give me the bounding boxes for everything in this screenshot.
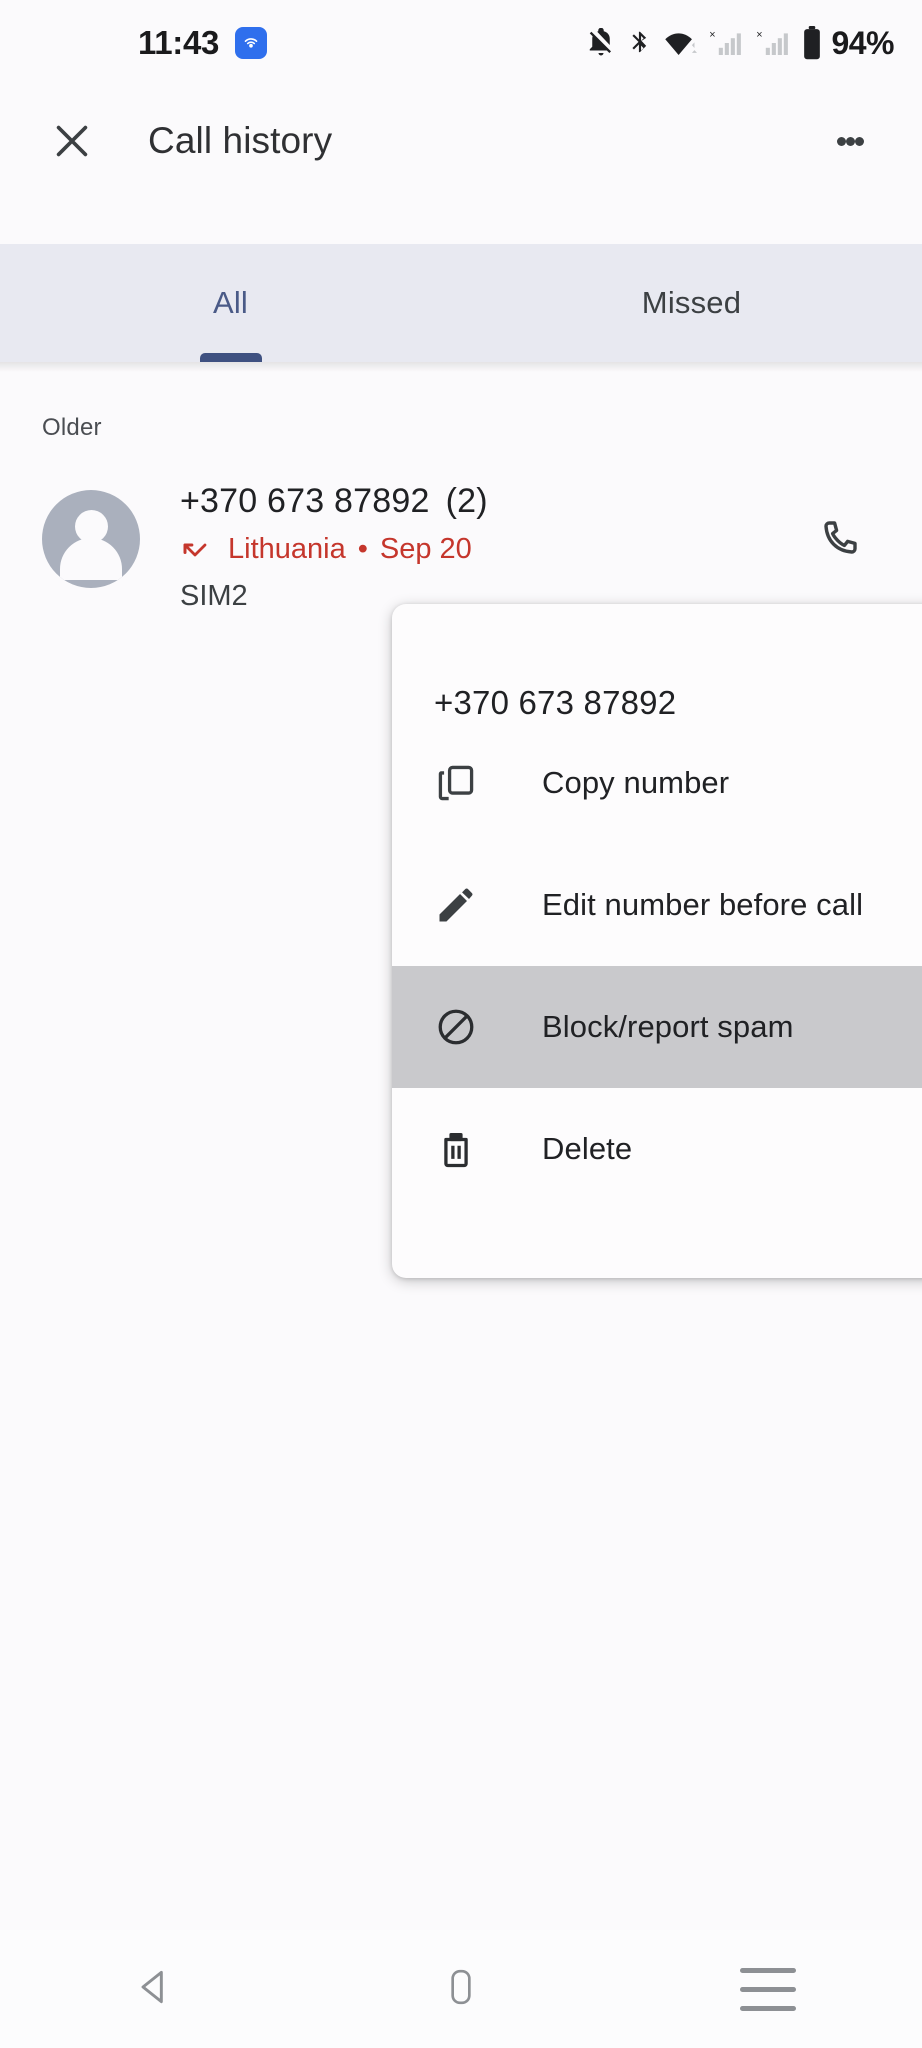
copy-icon bbox=[434, 761, 488, 805]
menu-item-label: Copy number bbox=[542, 765, 730, 800]
bluetooth-icon bbox=[627, 28, 653, 58]
menu-item-copy-number[interactable]: Copy number bbox=[392, 722, 922, 844]
battery-icon bbox=[802, 26, 822, 60]
tab-bar-shadow bbox=[0, 362, 922, 372]
more-vert-icon[interactable] bbox=[822, 113, 878, 169]
recents-button[interactable] bbox=[615, 1961, 922, 2018]
more-dot bbox=[836, 136, 846, 146]
tab-all[interactable]: All bbox=[0, 244, 461, 362]
wifi-icon bbox=[664, 28, 698, 58]
context-menu: +370 673 87892 Copy number Edit number b… bbox=[392, 604, 922, 1278]
page-title: Call history bbox=[148, 120, 333, 161]
section-header-older: Older bbox=[42, 414, 102, 441]
status-bar-right: × × 94% bbox=[586, 25, 894, 62]
trash-icon bbox=[434, 1127, 488, 1171]
menu-item-label: Block/report spam bbox=[542, 1009, 794, 1044]
menu-item-edit-number-before-call[interactable]: Edit number before call bbox=[392, 844, 922, 966]
call-entry-subtitle: Lithuania • Sep 20 bbox=[180, 533, 488, 566]
tab-bar: All Missed bbox=[0, 244, 922, 362]
call-location: Lithuania bbox=[228, 533, 346, 565]
status-clock: 11:43 bbox=[138, 24, 220, 61]
cast-icon bbox=[235, 27, 268, 59]
call-entry-title: +370 673 87892 (2) bbox=[180, 482, 488, 521]
call-entry-details: +370 673 87892 (2) Lithuania • Sep 20 SIM… bbox=[180, 482, 488, 613]
more-dot bbox=[845, 136, 855, 146]
status-bar: 11:43 × × 94% bbox=[0, 0, 922, 86]
home-icon bbox=[441, 1965, 481, 2014]
tab-missed[interactable]: Missed bbox=[461, 244, 922, 362]
svg-text:×: × bbox=[757, 29, 763, 41]
recents-icon bbox=[740, 1961, 797, 2018]
pencil-icon bbox=[434, 883, 488, 927]
tab-selected-indicator bbox=[199, 353, 262, 362]
recents-line bbox=[740, 1967, 797, 1973]
menu-item-block-report-spam[interactable]: Block/report spam bbox=[392, 966, 922, 1088]
system-nav-bar bbox=[0, 1930, 922, 2048]
sim2-no-service-icon: × bbox=[755, 27, 791, 59]
tab-missed-label: Missed bbox=[641, 285, 742, 320]
avatar-body bbox=[60, 538, 122, 580]
recents-line bbox=[740, 1986, 797, 1992]
call-separator: • bbox=[357, 533, 368, 565]
phone-icon[interactable] bbox=[810, 508, 870, 568]
menu-item-label: Delete bbox=[542, 1131, 633, 1166]
avatar bbox=[42, 490, 140, 588]
tab-all-label: All bbox=[212, 285, 249, 320]
block-icon bbox=[434, 1005, 488, 1049]
menu-item-delete[interactable]: Delete bbox=[392, 1088, 922, 1210]
back-icon bbox=[132, 1965, 176, 2014]
svg-text:×: × bbox=[710, 29, 716, 41]
missed-call-icon bbox=[180, 535, 210, 565]
more-dot bbox=[854, 136, 864, 146]
call-date: Sep 20 bbox=[379, 533, 472, 565]
close-button[interactable] bbox=[40, 109, 104, 173]
app-bar: Call history bbox=[0, 86, 922, 196]
call-number: +370 673 87892 bbox=[180, 482, 430, 520]
call-count: (2) bbox=[445, 482, 488, 520]
notifications-silenced-icon bbox=[586, 28, 616, 58]
battery-percent-label: 94% bbox=[831, 24, 894, 61]
recents-line bbox=[740, 2005, 797, 2011]
status-bar-left: 11:43 bbox=[0, 24, 268, 62]
home-button[interactable] bbox=[307, 1965, 614, 2014]
menu-item-label: Edit number before call bbox=[542, 887, 864, 922]
context-menu-header: +370 673 87892 bbox=[434, 684, 677, 721]
back-button[interactable] bbox=[0, 1965, 307, 2014]
sim1-no-service-icon: × bbox=[708, 27, 744, 59]
